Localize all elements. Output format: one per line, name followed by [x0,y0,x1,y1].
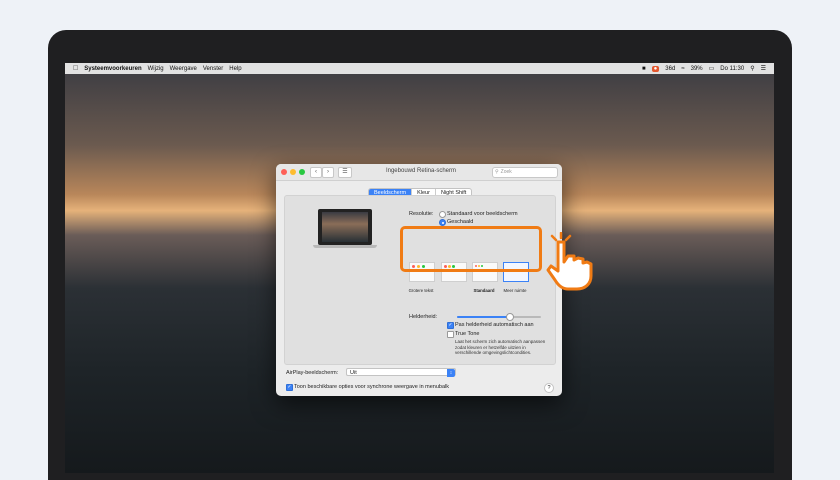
apple-icon[interactable]:  [73,65,78,72]
mirror-options-label[interactable]: Toon beschikbare opties voor synchrone w… [294,384,449,390]
display-thumbnail [318,209,372,245]
scale-label-standard: Standaard [473,288,495,293]
status-days[interactable]: 36d [665,66,675,72]
display-panel: Resolutie: Standaard voor beeldscherm Ge… [284,195,556,365]
brightness-knob[interactable] [506,313,515,321]
battery-icon[interactable]: ▭ [709,65,715,72]
status-icon[interactable]: ■ [642,66,646,72]
brightness-slider[interactable] [457,313,541,321]
brightness-label: Helderheid: [409,314,438,320]
close-icon[interactable] [281,169,287,175]
mirror-options-checkbox[interactable]: ✓ [286,384,293,391]
battery-percent[interactable]: 39% [691,66,703,72]
minimize-icon[interactable] [290,169,296,175]
radio-scaled[interactable] [439,219,446,226]
highlight-box [400,226,542,272]
auto-brightness-checkbox[interactable]: ✓ [447,322,454,329]
search-placeholder: Zoek [500,169,512,175]
back-button[interactable]: ‹ [310,167,322,178]
menu-app-name[interactable]: Systeemvoorkeuren [84,66,141,72]
display-preferences-window: ‹ › ☰ Ingebouwd Retina-scherm ⚲ Zoek Beel… [276,164,562,396]
window-title: Ingebouwd Retina-scherm [385,168,457,174]
resolution-label: Resolutie: [409,211,434,217]
radio-scaled-label[interactable]: Geschaald [447,219,473,225]
radio-default-label[interactable]: Standaard voor beeldscherm [447,211,518,217]
calendar-icon[interactable]: ● [651,65,660,72]
true-tone-label[interactable]: True Tone [455,331,479,337]
show-all-button[interactable]: ☰ [338,167,352,178]
menu-list-icon[interactable]: ☰ [761,65,766,72]
search-icon[interactable]: ⚲ [750,65,754,72]
search-field[interactable]: ⚲ Zoek [492,167,558,178]
airplay-label: AirPlay-beeldscherm: [286,370,339,376]
forward-button[interactable]: › [322,167,334,178]
menu-weergave[interactable]: Weergave [170,66,197,72]
true-tone-checkbox[interactable] [447,331,454,338]
scale-label-larger-text: Grotere tekst [408,288,434,293]
zoom-icon[interactable] [299,169,305,175]
pointing-hand-icon [546,232,593,291]
display-thumbnail-base [313,245,377,248]
auto-brightness-label[interactable]: Pas helderheid automatisch aan [455,322,534,328]
menu-help[interactable]: Help [229,66,241,72]
wifi-icon[interactable]: ≈ [681,66,684,72]
search-icon: ⚲ [495,169,499,175]
airplay-value: Uit [350,370,357,376]
scale-label-more-space: Meer ruimte [503,288,527,293]
menu-wijzig[interactable]: Wijzig [148,66,164,72]
true-tone-description: Laat het scherm zich automatisch aanpass… [455,339,546,355]
radio-default[interactable] [439,211,446,218]
clock[interactable]: Do 11:30 [720,66,744,72]
menu-venster[interactable]: Venster [203,66,223,72]
chevron-updown-icon: ↕ [447,369,455,377]
help-button[interactable]: ? [544,383,554,393]
brightness-fill [457,316,510,318]
airplay-select[interactable]: Uit ↕ [346,368,456,377]
menubar:  Systeemvoorkeuren Wijzig Weergave Vens… [65,63,774,74]
titlebar: ‹ › ☰ Ingebouwd Retina-scherm ⚲ Zoek [276,164,562,181]
